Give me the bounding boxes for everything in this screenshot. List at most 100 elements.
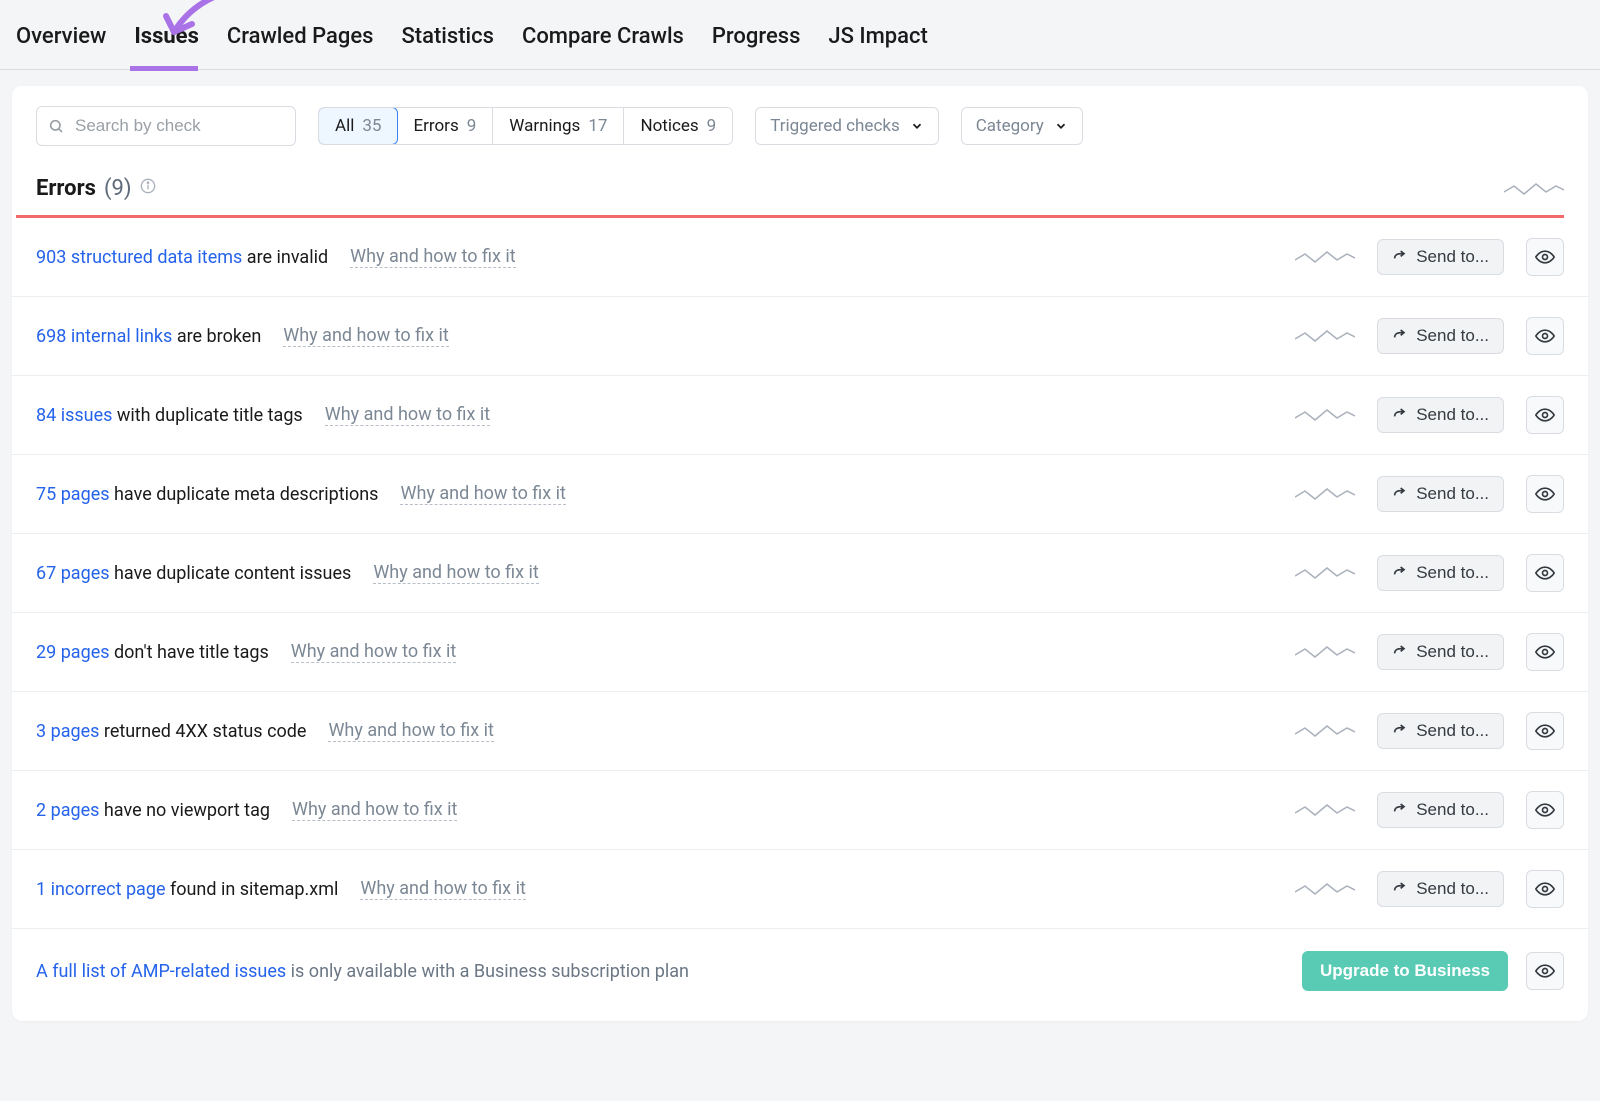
eye-icon <box>1535 484 1555 504</box>
section-title-wrapper: Errors (9) <box>36 176 156 201</box>
triggered-checks-dropdown[interactable]: Triggered checks <box>755 107 939 145</box>
fix-link[interactable]: Why and how to fix it <box>350 246 515 268</box>
issue-link[interactable]: 3 pages <box>36 721 99 742</box>
filter-all[interactable]: All 35 <box>318 107 398 145</box>
share-arrow-icon <box>1392 644 1408 660</box>
filter-errors-count: 9 <box>467 116 477 136</box>
tab-statistics[interactable]: Statistics <box>401 24 494 55</box>
send-to-button[interactable]: Send to... <box>1377 555 1504 591</box>
amp-link[interactable]: A full list of AMP-related issues <box>36 961 286 982</box>
send-to-button[interactable]: Send to... <box>1377 318 1504 354</box>
send-to-button[interactable]: Send to... <box>1377 397 1504 433</box>
filter-all-label: All <box>335 116 354 136</box>
issue-sparkline <box>1295 722 1355 740</box>
fix-link[interactable]: Why and how to fix it <box>360 878 525 900</box>
eye-icon <box>1535 800 1555 820</box>
eye-icon <box>1535 879 1555 899</box>
fix-link[interactable]: Why and how to fix it <box>400 483 565 505</box>
issue-link[interactable]: 1 incorrect page <box>36 879 166 900</box>
issue-text: 75 pages have duplicate meta description… <box>36 484 378 505</box>
issue-link[interactable]: 84 issues <box>36 405 112 426</box>
filter-warnings[interactable]: Warnings 17 <box>493 108 624 144</box>
issue-row: 698 internal links are broken Why and how… <box>12 297 1588 376</box>
share-arrow-icon <box>1392 249 1408 265</box>
tab-crawled-pages[interactable]: Crawled Pages <box>227 24 374 55</box>
fix-link[interactable]: Why and how to fix it <box>328 720 493 742</box>
issue-link[interactable]: 698 internal links <box>36 326 172 347</box>
tab-js-impact[interactable]: JS Impact <box>828 24 927 55</box>
view-button[interactable] <box>1526 952 1564 990</box>
view-button[interactable] <box>1526 870 1564 908</box>
share-arrow-icon <box>1392 328 1408 344</box>
amp-upsell-text: A full list of AMP-related issues is onl… <box>36 961 689 982</box>
view-button[interactable] <box>1526 633 1564 671</box>
fix-link[interactable]: Why and how to fix it <box>325 404 490 426</box>
issue-link[interactable]: 29 pages <box>36 642 110 663</box>
issue-rest: have duplicate content issues <box>110 563 352 584</box>
send-to-button[interactable]: Send to... <box>1377 239 1504 275</box>
issue-text: 84 issues with duplicate title tags <box>36 405 303 426</box>
send-to-label: Send to... <box>1416 563 1489 583</box>
issues-panel: All 35 Errors 9 Warnings 17 Notices 9 Tr… <box>12 86 1588 1021</box>
view-button[interactable] <box>1526 317 1564 355</box>
send-to-label: Send to... <box>1416 405 1489 425</box>
upgrade-button[interactable]: Upgrade to Business <box>1302 951 1508 991</box>
search-icon <box>48 118 64 134</box>
fix-link[interactable]: Why and how to fix it <box>373 562 538 584</box>
share-arrow-icon <box>1392 881 1408 897</box>
search-input[interactable] <box>36 106 296 146</box>
send-to-button[interactable]: Send to... <box>1377 871 1504 907</box>
issue-rest: with duplicate title tags <box>112 405 302 426</box>
section-header: Errors (9) <box>12 146 1588 215</box>
filter-errors-label: Errors <box>413 116 458 136</box>
send-to-button[interactable]: Send to... <box>1377 792 1504 828</box>
fix-link[interactable]: Why and how to fix it <box>291 641 456 663</box>
issue-sparkline <box>1295 643 1355 661</box>
issue-link[interactable]: 2 pages <box>36 800 99 821</box>
search-wrapper <box>36 106 296 146</box>
eye-icon <box>1535 961 1555 981</box>
filter-notices-label: Notices <box>640 116 698 136</box>
filter-errors[interactable]: Errors 9 <box>397 108 493 144</box>
view-button[interactable] <box>1526 475 1564 513</box>
filter-notices[interactable]: Notices 9 <box>624 108 732 144</box>
chevron-down-icon <box>910 119 924 133</box>
fix-link[interactable]: Why and how to fix it <box>283 325 448 347</box>
triggered-checks-label: Triggered checks <box>770 116 900 136</box>
send-to-button[interactable]: Send to... <box>1377 713 1504 749</box>
view-button[interactable] <box>1526 712 1564 750</box>
issue-link[interactable]: 903 structured data items <box>36 247 242 268</box>
info-icon[interactable] <box>140 178 156 199</box>
share-arrow-icon <box>1392 565 1408 581</box>
tab-overview[interactable]: Overview <box>16 24 106 55</box>
fix-link[interactable]: Why and how to fix it <box>292 799 457 821</box>
filter-warnings-label: Warnings <box>509 116 580 136</box>
send-to-button[interactable]: Send to... <box>1377 476 1504 512</box>
amp-rest: is only available with a Business subscr… <box>286 961 689 982</box>
send-to-button[interactable]: Send to... <box>1377 634 1504 670</box>
main-tabs: Overview Issues Crawled Pages Statistics… <box>0 0 1600 70</box>
controls-row: All 35 Errors 9 Warnings 17 Notices 9 Tr… <box>12 106 1588 146</box>
view-button[interactable] <box>1526 554 1564 592</box>
view-button[interactable] <box>1526 238 1564 276</box>
issue-link[interactable]: 75 pages <box>36 484 110 505</box>
tab-compare-crawls[interactable]: Compare Crawls <box>522 24 684 55</box>
section-title: Errors <box>36 176 96 201</box>
view-button[interactable] <box>1526 791 1564 829</box>
issue-row: 67 pages have duplicate content issues Wh… <box>12 534 1588 613</box>
issue-rest: are invalid <box>242 247 328 268</box>
issue-text: 698 internal links are broken <box>36 326 261 347</box>
issue-row: 29 pages don't have title tags Why and ho… <box>12 613 1588 692</box>
issue-rest: don't have title tags <box>110 642 269 663</box>
share-arrow-icon <box>1392 407 1408 423</box>
category-dropdown[interactable]: Category <box>961 107 1083 145</box>
issue-text: 3 pages returned 4XX status code <box>36 721 306 742</box>
tab-issues[interactable]: Issues <box>134 24 199 55</box>
eye-icon <box>1535 642 1555 662</box>
issue-link[interactable]: 67 pages <box>36 563 110 584</box>
eye-icon <box>1535 721 1555 741</box>
tab-progress[interactable]: Progress <box>712 24 801 55</box>
view-button[interactable] <box>1526 396 1564 434</box>
send-to-label: Send to... <box>1416 484 1489 504</box>
issue-text: 1 incorrect page found in sitemap.xml <box>36 879 338 900</box>
